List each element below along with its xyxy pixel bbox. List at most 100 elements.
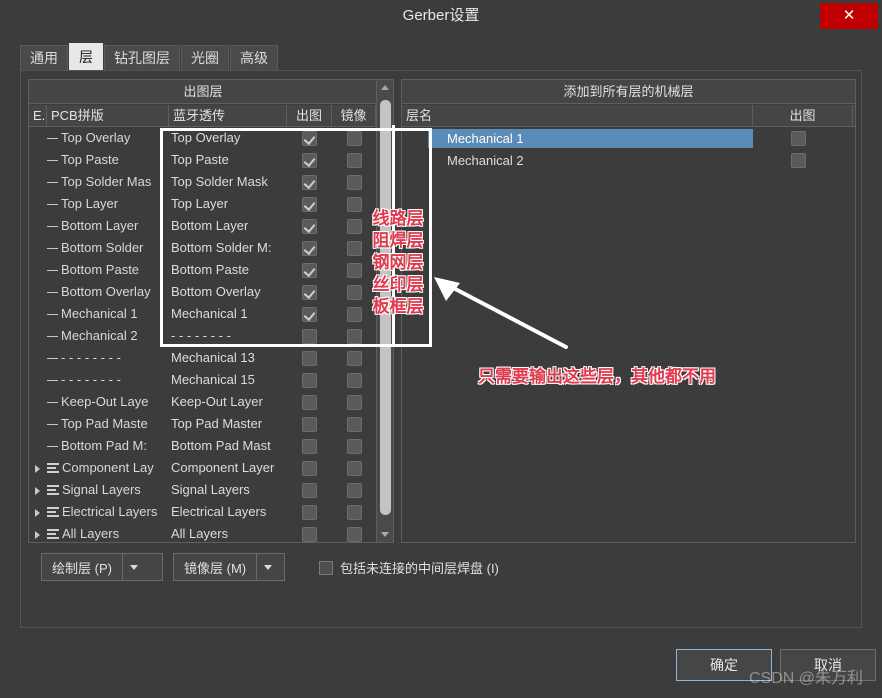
plot-checkbox-cell[interactable]	[287, 285, 332, 300]
mechanical-layer-name-cell[interactable]: Mechanical 2	[428, 151, 753, 170]
table-row[interactable]: All LayersAll Layers	[29, 523, 377, 542]
scroll-down-icon[interactable]	[377, 526, 393, 542]
table-row[interactable]: Top Pad MasteTop Pad Master	[29, 413, 377, 435]
mirror-checkbox-cell[interactable]	[332, 175, 377, 190]
tab-1[interactable]: 通用	[20, 45, 68, 71]
column-header-3[interactable]: 蓝牙透传	[169, 105, 287, 126]
mirror-checkbox[interactable]	[347, 505, 362, 520]
column-header-2[interactable]: PCB拼版	[47, 105, 169, 126]
plot-checkbox[interactable]	[302, 395, 317, 410]
mirror-checkbox[interactable]	[347, 461, 362, 476]
mirror-checkbox-cell[interactable]	[332, 153, 377, 168]
include-unconnected-pads-checkbox[interactable]: 包括未连接的中间层焊盘 (I)	[319, 558, 499, 577]
mech-column-header-2[interactable]: 出图	[753, 105, 853, 126]
plot-checkbox[interactable]	[302, 131, 317, 146]
plot-checkbox[interactable]	[302, 527, 317, 542]
plot-checkbox[interactable]	[302, 197, 317, 212]
plot-checkbox-cell[interactable]	[287, 439, 332, 454]
mech-plot-checkbox[interactable]	[791, 131, 806, 146]
plot-checkbox-cell[interactable]	[287, 351, 332, 366]
table-row[interactable]: Top LayerTop Layer	[29, 193, 377, 215]
plot-checkbox[interactable]	[302, 307, 317, 322]
mirror-checkbox[interactable]	[347, 197, 362, 212]
mirror-checkbox[interactable]	[347, 307, 362, 322]
mirror-checkbox-cell[interactable]	[332, 329, 377, 344]
table-row[interactable]: - - - - - - - -Mechanical 15	[29, 369, 377, 391]
expand-triangle-icon[interactable]	[29, 501, 47, 523]
mirror-checkbox[interactable]	[347, 395, 362, 410]
checkbox-box[interactable]	[319, 561, 333, 575]
tab-3[interactable]: 钻孔图层	[104, 45, 180, 71]
table-row[interactable]: Bottom OverlayBottom Overlay	[29, 281, 377, 303]
mirror-checkbox-cell[interactable]	[332, 417, 377, 432]
mirror-checkbox-cell[interactable]	[332, 373, 377, 388]
close-icon[interactable]: ✕	[820, 3, 878, 29]
mirror-checkbox[interactable]	[347, 373, 362, 388]
plot-checkbox[interactable]	[302, 483, 317, 498]
plot-checkbox[interactable]	[302, 285, 317, 300]
table-row[interactable]: Bottom LayerBottom Layer	[29, 215, 377, 237]
mirror-checkbox[interactable]	[347, 527, 362, 542]
scrollbar-thumb[interactable]	[380, 100, 391, 515]
mirror-checkbox[interactable]	[347, 241, 362, 256]
tab-5[interactable]: 高级	[230, 45, 278, 71]
plot-checkbox-cell[interactable]	[287, 461, 332, 476]
plot-checkbox-cell[interactable]	[287, 527, 332, 542]
chevron-down-icon[interactable]	[257, 554, 279, 580]
mirror-checkbox-cell[interactable]	[332, 131, 377, 146]
plot-checkbox[interactable]	[302, 505, 317, 520]
mirror-checkbox[interactable]	[347, 439, 362, 454]
tab-4[interactable]: 光圈	[181, 45, 229, 71]
tab-2[interactable]: 层	[69, 43, 103, 71]
mechanical-layers-list[interactable]: Mechanical 1 Mechanical 2	[402, 127, 855, 171]
mirror-layers-dropdown[interactable]: 镜像层 (M)	[173, 553, 285, 581]
column-header-1[interactable]: E...	[29, 105, 47, 126]
plot-checkbox[interactable]	[302, 219, 317, 234]
plot-checkbox-cell[interactable]	[287, 241, 332, 256]
mirror-checkbox-cell[interactable]	[332, 263, 377, 278]
mirror-checkbox-cell[interactable]	[332, 351, 377, 366]
draw-layers-dropdown[interactable]: 绘制层 (P)	[41, 553, 163, 581]
mirror-checkbox-cell[interactable]	[332, 483, 377, 498]
mirror-checkbox-cell[interactable]	[332, 461, 377, 476]
mirror-checkbox[interactable]	[347, 153, 362, 168]
table-row[interactable]: Component LayComponent Layer	[29, 457, 377, 479]
mech-column-header-1[interactable]: 层名	[402, 105, 753, 126]
plot-checkbox-cell[interactable]	[287, 153, 332, 168]
plot-checkbox-cell[interactable]	[287, 263, 332, 278]
ok-button[interactable]: 确定	[676, 649, 772, 681]
mirror-checkbox[interactable]	[347, 219, 362, 234]
expand-triangle-icon[interactable]	[29, 479, 47, 501]
table-row[interactable]: Mechanical 2- - - - - - - -	[29, 325, 377, 347]
mech-plot-checkbox-cell[interactable]	[753, 131, 843, 146]
chevron-down-icon[interactable]	[123, 554, 145, 580]
mirror-checkbox[interactable]	[347, 175, 362, 190]
mirror-checkbox-cell[interactable]	[332, 395, 377, 410]
mirror-checkbox-cell[interactable]	[332, 307, 377, 322]
table-row[interactable]: Bottom Pad M:Bottom Pad Mast	[29, 435, 377, 457]
table-row[interactable]: Keep-Out LayeKeep-Out Layer	[29, 391, 377, 413]
table-row[interactable]: Signal LayersSignal Layers	[29, 479, 377, 501]
scroll-up-icon[interactable]	[377, 80, 393, 96]
plot-checkbox[interactable]	[302, 263, 317, 278]
plot-checkbox[interactable]	[302, 373, 317, 388]
plot-checkbox[interactable]	[302, 439, 317, 454]
expand-triangle-icon[interactable]	[29, 523, 47, 542]
plot-checkbox-cell[interactable]	[287, 395, 332, 410]
plot-layers-scrollbar[interactable]	[376, 80, 393, 542]
plot-checkbox-cell[interactable]	[287, 373, 332, 388]
table-row[interactable]: Bottom SolderBottom Solder M:	[29, 237, 377, 259]
mirror-checkbox-cell[interactable]	[332, 505, 377, 520]
table-row[interactable]: - - - - - - - -Mechanical 13	[29, 347, 377, 369]
mirror-checkbox[interactable]	[347, 285, 362, 300]
table-row[interactable]: Top PasteTop Paste	[29, 149, 377, 171]
mech-plot-checkbox[interactable]	[791, 153, 806, 168]
mirror-checkbox[interactable]	[347, 417, 362, 432]
mirror-checkbox-cell[interactable]	[332, 527, 377, 542]
mirror-checkbox[interactable]	[347, 131, 362, 146]
mechanical-list-item[interactable]: Mechanical 2	[402, 149, 855, 171]
plot-checkbox-cell[interactable]	[287, 329, 332, 344]
plot-checkbox[interactable]	[302, 153, 317, 168]
mechanical-layer-name-cell[interactable]: Mechanical 1	[428, 129, 753, 148]
table-row[interactable]: Top Solder MasTop Solder Mask	[29, 171, 377, 193]
